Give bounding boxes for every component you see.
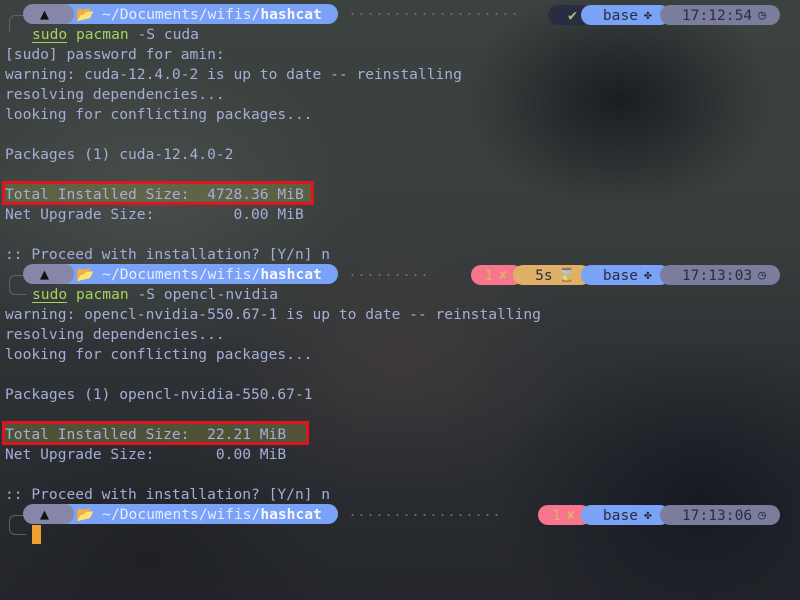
time-segment: 17:13:06 ◷ <box>659 505 780 525</box>
exit-code: 1 <box>484 266 494 284</box>
output-line: warning: cuda-12.4.0-2 is up to date -- … <box>5 66 462 83</box>
cross-icon: ✘ <box>499 267 508 283</box>
arch-linux-icon: ▲ <box>39 505 50 523</box>
os-segment: ▲ <box>23 504 74 524</box>
prompt-filler <box>348 274 428 276</box>
folder-icon: 📂 <box>76 266 95 283</box>
python-icon: ✤ <box>644 7 652 23</box>
python-icon: ✤ <box>644 267 652 283</box>
path-prefix: ~/Documents/wifis/ <box>102 265 261 283</box>
checkmark-icon: ✔ <box>568 6 577 24</box>
prompt-time: 17:13:06 <box>681 506 753 524</box>
command-line-2: sudo pacman -S opencl-nvidia <box>32 285 278 305</box>
command-duration: 5s <box>535 266 553 284</box>
clock-icon: ◷ <box>758 7 766 23</box>
time-segment: 17:12:54 ◷ <box>659 5 780 25</box>
arch-linux-icon: ▲ <box>39 5 50 23</box>
output-line: looking for conflicting packages... <box>5 106 313 123</box>
env-segment: base ✤ <box>580 505 670 525</box>
prompt-left-2: ▲ 📂 ~/Documents/wifis/hashcat <box>23 264 338 284</box>
path-prefix: ~/Documents/wifis/ <box>102 505 261 523</box>
net-upgrade-size-opencl: Net Upgrade Size: 0.00 MiB <box>5 446 287 463</box>
command-program: pacman <box>75 286 129 303</box>
command-args: -S opencl-nvidia <box>128 286 279 303</box>
path-current: hashcat <box>260 5 322 23</box>
prompt-filler <box>348 13 518 15</box>
cross-icon: ✘ <box>567 507 575 523</box>
path-segment: 📂 ~/Documents/wifis/hashcat <box>58 504 338 524</box>
command-sudo: sudo <box>32 26 68 43</box>
command-program: pacman <box>75 26 129 43</box>
prompt-left-3: ▲ 📂 ~/Documents/wifis/hashcat <box>23 504 338 524</box>
terminal-cursor[interactable] <box>32 525 41 544</box>
os-segment: ▲ <box>23 264 74 284</box>
prompt-right-2: 1 ✘ 5s ⌛ base ✤ 17:13:03 ◷ <box>470 265 780 285</box>
command-line-1: sudo pacman -S cuda <box>32 25 199 45</box>
folder-icon: 📂 <box>76 506 95 523</box>
prompt-right-3: 1 ✘ base ✤ 17:13:06 ◷ <box>538 505 780 525</box>
path-segment: 📂 ~/Documents/wifis/hashcat <box>58 264 338 284</box>
output-line: [sudo] password for amin: <box>5 46 225 63</box>
arch-linux-icon: ▲ <box>39 265 50 283</box>
output-line: Packages (1) cuda-12.4.0-2 <box>5 146 234 163</box>
output-line: Packages (1) opencl-nvidia-550.67-1 <box>5 386 313 403</box>
total-installed-size-cuda: Total Installed Size: 4728.36 MiB <box>5 186 304 203</box>
env-name: base <box>602 506 639 524</box>
env-segment: base ✤ <box>580 265 670 285</box>
path-prefix: ~/Documents/wifis/ <box>102 5 261 23</box>
python-icon: ✤ <box>644 507 652 523</box>
exit-code: 1 <box>552 506 562 524</box>
prompt-time: 17:13:03 <box>681 266 753 284</box>
hourglass-icon: ⌛ <box>558 267 575 283</box>
proceed-prompt-cuda: :: Proceed with installation? [Y/n] n <box>5 246 331 263</box>
duration-segment: 5s ⌛ <box>513 265 591 285</box>
command-sudo: sudo <box>32 286 68 303</box>
output-line: resolving dependencies... <box>5 326 225 343</box>
total-installed-size-opencl: Total Installed Size: 22.21 MiB <box>5 426 287 443</box>
prompt-left-1: ▲ 📂 ~/Documents/wifis/hashcat <box>23 4 338 24</box>
path-segment: 📂 ~/Documents/wifis/hashcat <box>58 4 338 24</box>
command-args: -S cuda <box>128 26 199 43</box>
clock-icon: ◷ <box>758 507 766 523</box>
folder-icon: 📂 <box>76 6 95 23</box>
net-upgrade-size-cuda: Net Upgrade Size: 0.00 MiB <box>5 206 304 223</box>
clock-icon: ◷ <box>758 267 766 283</box>
path-current: hashcat <box>260 505 322 523</box>
os-segment: ▲ <box>23 4 74 24</box>
prompt-filler <box>348 514 498 516</box>
output-line: warning: opencl-nvidia-550.67-1 is up to… <box>5 306 541 323</box>
time-segment: 17:13:03 ◷ <box>659 265 780 285</box>
prompt-time: 17:12:54 <box>681 6 753 24</box>
env-segment: base ✤ <box>580 5 670 25</box>
env-name: base <box>602 266 639 284</box>
output-line: looking for conflicting packages... <box>5 346 313 363</box>
path-current: hashcat <box>260 265 322 283</box>
proceed-prompt-opencl: :: Proceed with installation? [Y/n] n <box>5 486 331 503</box>
prompt-right-1: ✔ base ✤ 17:12:54 ◷ <box>548 5 780 25</box>
env-name: base <box>602 6 639 24</box>
output-line: resolving dependencies... <box>5 86 225 103</box>
